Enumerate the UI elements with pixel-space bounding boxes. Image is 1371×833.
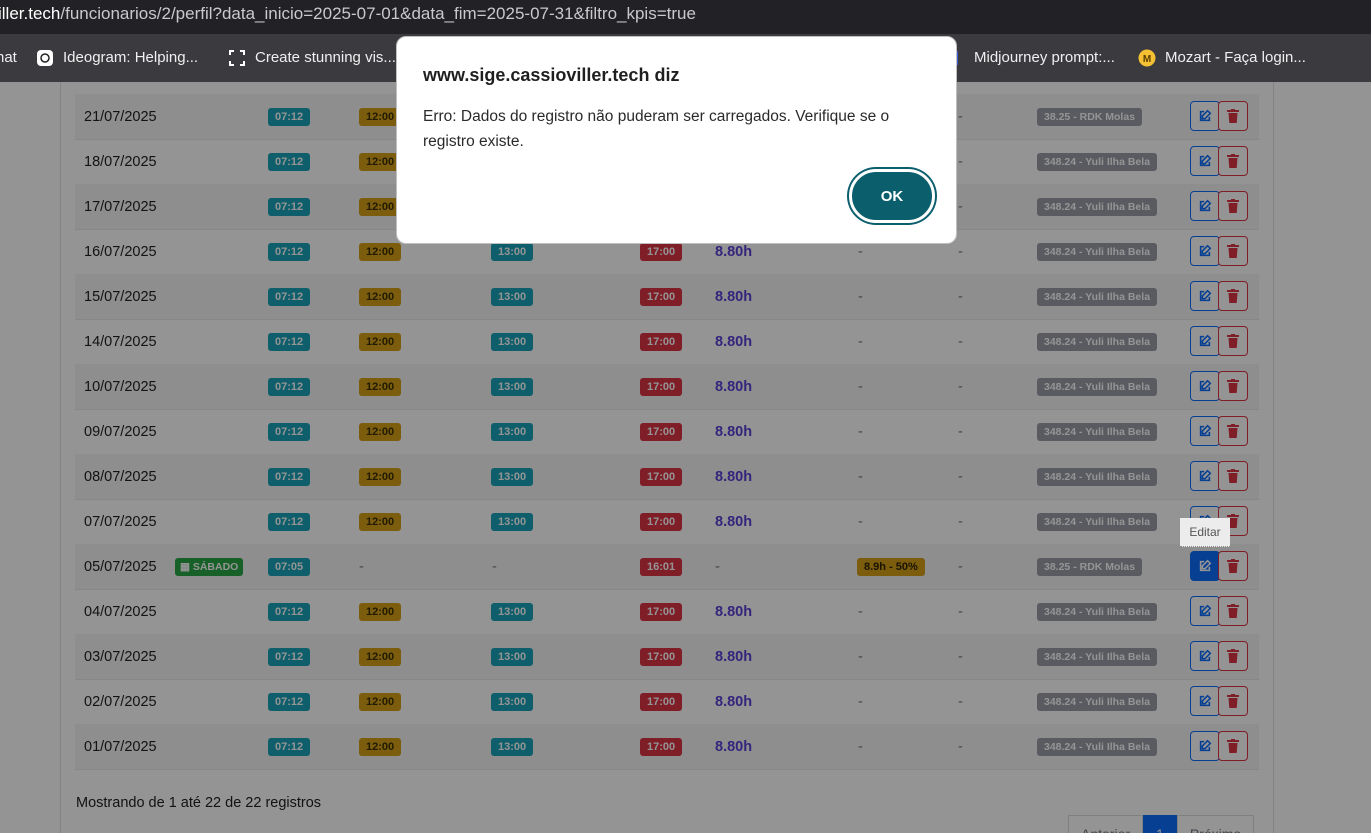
bookmark-label: Create stunning vis... [255,49,396,66]
svg-text:M: M [1143,54,1151,65]
dialog-title: www.sige.cassioviller.tech diz [423,65,680,85]
dialog-message: Erro: Dados do registro não puderam ser … [423,108,890,150]
bookmark-label: Midjourney prompt:... [974,49,1115,66]
bookmark-mozart[interactable]: M Mozart - Faça login... [1138,34,1306,82]
bookmark-label: hat [0,49,17,66]
url-host: iller.tech [0,4,61,23]
ideogram-icon [36,49,54,67]
ok-button[interactable]: OK [849,169,935,223]
bookmark-ideogram[interactable]: Ideogram: Helping... [36,34,198,82]
bookmark-label: Ideogram: Helping... [63,49,199,66]
mozart-icon: M [1138,49,1156,67]
bookmark-label: Mozart - Faça login... [1165,49,1306,66]
edit-tooltip: Editar [1180,518,1230,547]
bookmark-midjourney[interactable]: Midjourney prompt:... [948,34,1115,82]
alert-dialog: www.sige.cassioviller.tech diz Erro: Dad… [396,36,957,244]
url-path: /funcionarios/2/perfil?data_inicio=2025-… [60,4,696,23]
bookmark-chat[interactable]: hat [0,34,17,82]
bookmark-create[interactable]: Create stunning vis... [228,34,396,82]
address-bar[interactable]: iller.tech/funcionarios/2/perfil?data_in… [0,0,1371,34]
bracket-icon [228,49,246,67]
